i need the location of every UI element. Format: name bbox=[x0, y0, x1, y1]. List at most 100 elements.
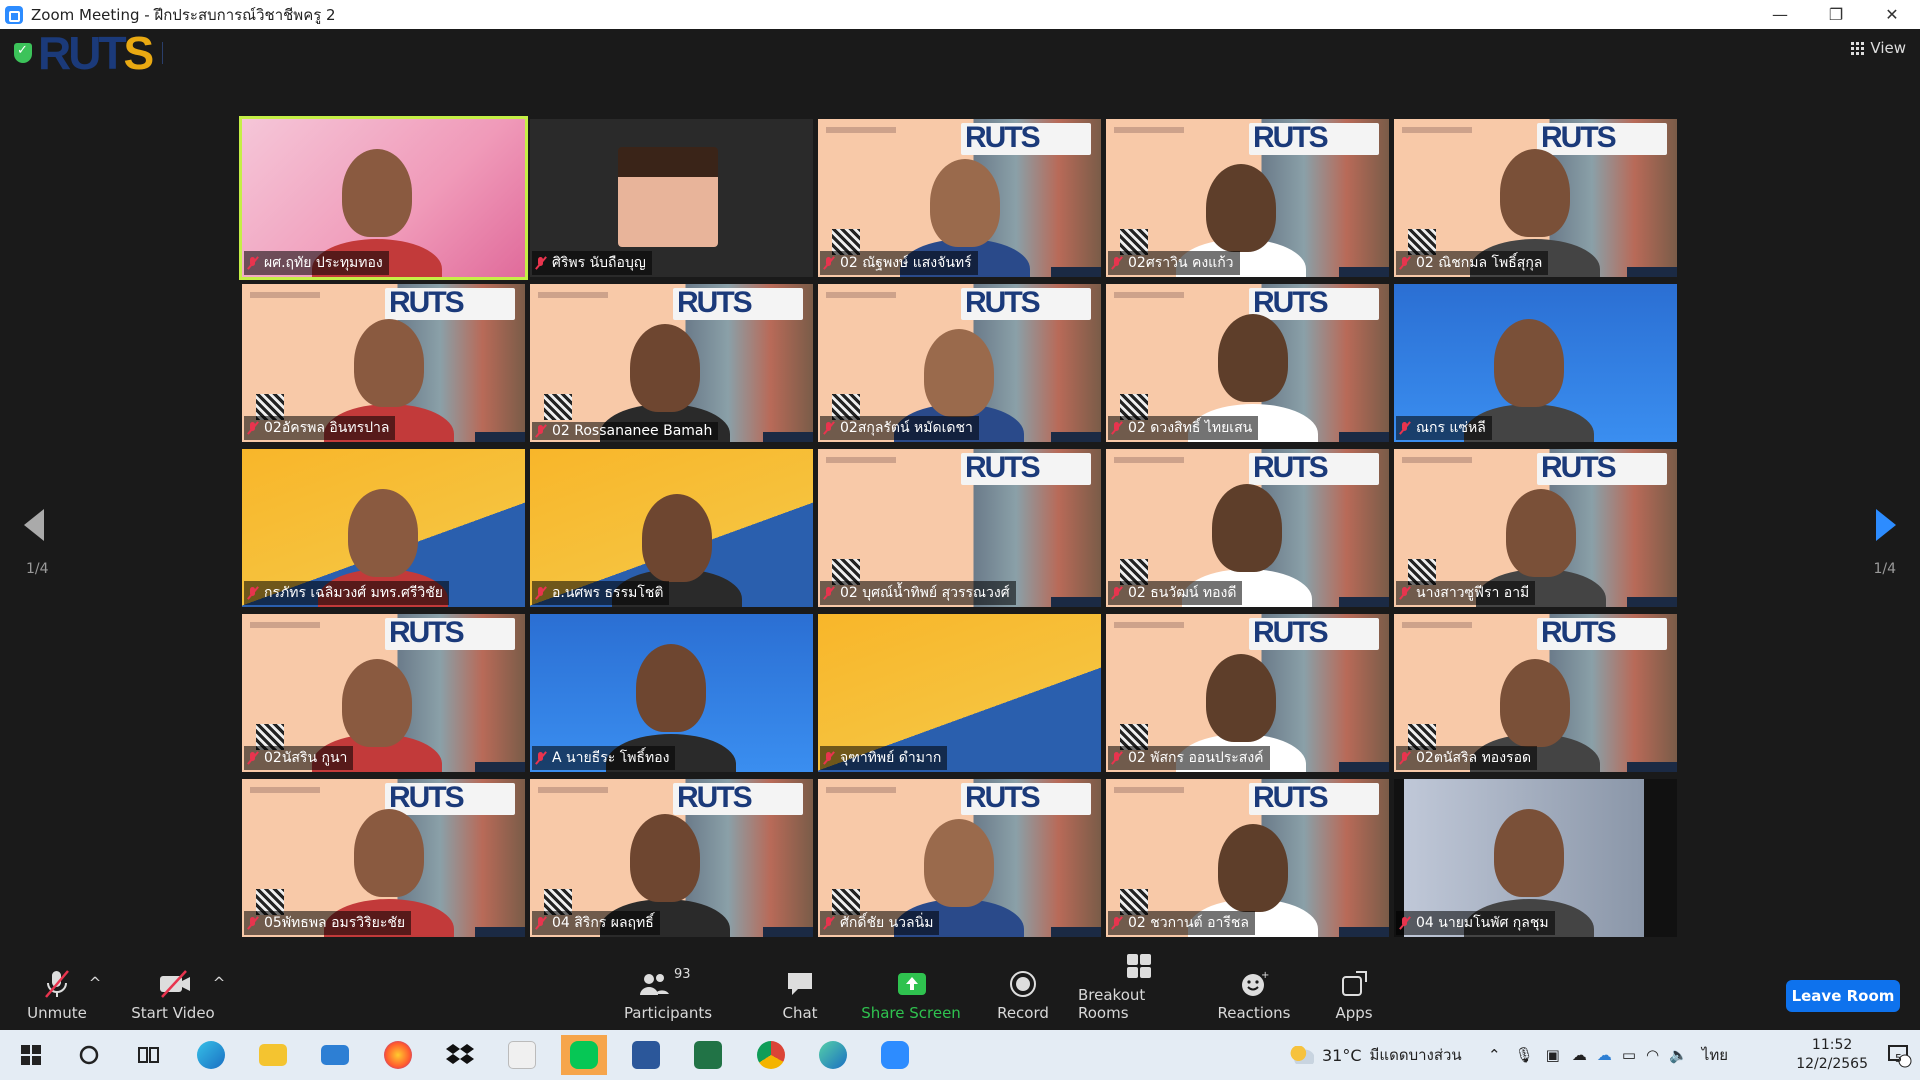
clock-time: 11:52 bbox=[1811, 1037, 1853, 1053]
chrome-icon[interactable] bbox=[748, 1035, 794, 1075]
view-label: View bbox=[1870, 39, 1906, 57]
background-decoration bbox=[1051, 432, 1101, 442]
reactions-button[interactable]: + Reactions bbox=[1199, 964, 1309, 1022]
restore-button[interactable]: ❐ bbox=[1808, 0, 1864, 29]
cloud-icon[interactable]: ☁ bbox=[1572, 1046, 1587, 1064]
participant-tile[interactable]: 02 พัสกร ออนประสงค์ bbox=[1106, 614, 1389, 772]
dropbox-icon[interactable] bbox=[437, 1035, 483, 1075]
task-view-icon[interactable] bbox=[126, 1035, 172, 1075]
participant-name-label: 04 สิริกร ผลฤทธิ์ bbox=[532, 911, 660, 935]
edge-beta-icon[interactable] bbox=[810, 1035, 856, 1075]
qr-code bbox=[544, 394, 572, 420]
participant-tile[interactable]: 04 นายมโนพัศ กุลชุม bbox=[1394, 779, 1677, 937]
start-video-button[interactable]: Start Video bbox=[118, 964, 228, 1022]
microphone-icon[interactable]: 🎙 bbox=[1515, 1046, 1534, 1064]
leave-room-button[interactable]: Leave Room bbox=[1786, 980, 1900, 1012]
mic-muted-icon bbox=[1398, 256, 1412, 270]
view-button[interactable]: View bbox=[1851, 39, 1906, 57]
background-decoration bbox=[1051, 927, 1101, 937]
display-icon[interactable]: ▣ bbox=[1546, 1046, 1560, 1064]
participant-video bbox=[354, 319, 424, 407]
participant-tile[interactable]: ผศ.ฤทัย ประทุมทอง bbox=[239, 116, 528, 280]
close-button[interactable]: ✕ bbox=[1864, 0, 1920, 29]
participant-tile[interactable]: 02 ดวงสิทธิ์ ไทยเสน bbox=[1106, 284, 1389, 442]
participant-tile[interactable]: 02 ณิชกมล โพธิ์สุกุล bbox=[1394, 119, 1677, 277]
windows-start-icon[interactable] bbox=[8, 1035, 54, 1075]
wifi-icon[interactable]: ◠ bbox=[1646, 1046, 1659, 1064]
participant-tile[interactable]: ณกร แซ่หลี bbox=[1394, 284, 1677, 442]
firefox-icon[interactable] bbox=[375, 1035, 421, 1075]
show-hidden-icons-chevron-icon[interactable]: ⌃ bbox=[1488, 1046, 1501, 1064]
weather-widget[interactable]: 31°C มีแดดบางส่วน bbox=[1290, 1030, 1462, 1080]
participant-video bbox=[1206, 164, 1276, 252]
edge-browser-icon[interactable] bbox=[188, 1035, 234, 1075]
logo-tagline bbox=[162, 42, 222, 64]
record-button[interactable]: Record bbox=[968, 964, 1078, 1022]
video-options-caret[interactable]: ^ bbox=[212, 974, 226, 992]
participant-tile[interactable]: 02 ชวกานต์ อารีชล bbox=[1106, 779, 1389, 937]
participant-tile[interactable]: อ.นศพร ธรรมโชติ bbox=[530, 449, 813, 607]
participant-name-label: 02ตนัสริล ทองรอด bbox=[1396, 746, 1538, 770]
participant-name-label: ผศ.ฤทัย ประทุมทอง bbox=[244, 251, 389, 275]
participant-video bbox=[1506, 489, 1576, 577]
unmute-button[interactable]: Unmute bbox=[2, 964, 112, 1022]
participant-video bbox=[642, 494, 712, 582]
participant-tile[interactable]: 02 ณัฐพงษ์ แสงจันทร์ bbox=[818, 119, 1101, 277]
mic-muted-icon bbox=[246, 916, 260, 930]
participant-tile[interactable]: 02 บุศณ์น้ำทิพย์ สุวรรณวงศ์ bbox=[818, 449, 1101, 607]
participant-tile[interactable]: 02ตนัสริล ทองรอด bbox=[1394, 614, 1677, 772]
mic-muted-icon bbox=[1398, 751, 1412, 765]
security-shield-icon[interactable] bbox=[14, 43, 32, 63]
taskbar-clock[interactable]: 11:52 12/2/2565 bbox=[1796, 1036, 1868, 1074]
background-decoration bbox=[826, 292, 896, 298]
minimize-button[interactable]: — bbox=[1752, 0, 1808, 29]
participant-tile[interactable]: 05พัทธพล อมรวิริยะชัย bbox=[242, 779, 525, 937]
background-decoration bbox=[763, 432, 813, 442]
ruts-banner bbox=[1249, 781, 1379, 815]
breakout-rooms-button[interactable]: Breakout Rooms bbox=[1078, 954, 1200, 1022]
apps-button[interactable]: Apps bbox=[1299, 964, 1409, 1022]
participant-tile[interactable]: 04 สิริกร ผลฤทธิ์ bbox=[530, 779, 813, 937]
participant-name: 02 ณัฐพงษ์ แสงจันทร์ bbox=[840, 255, 972, 271]
share-screen-button[interactable]: Share Screen bbox=[856, 964, 966, 1022]
participant-tile[interactable]: จุฑาทิพย์ ดำมาก bbox=[818, 614, 1101, 772]
excel-icon[interactable] bbox=[685, 1035, 731, 1075]
audio-options-caret[interactable]: ^ bbox=[88, 974, 102, 992]
participant-tile[interactable]: นางสาวซูฟีรา อามี bbox=[1394, 449, 1677, 607]
participant-video bbox=[636, 644, 706, 732]
participant-tile[interactable]: 02ศราวิน คงแก้ว bbox=[1106, 119, 1389, 277]
participant-tile[interactable]: 02 ธนวัฒน์ ทองดี bbox=[1106, 449, 1389, 607]
search-circle-icon[interactable] bbox=[66, 1035, 112, 1075]
participant-tile[interactable]: ศิริพร นับถือบุญ bbox=[530, 119, 813, 277]
ruts-banner bbox=[961, 451, 1091, 485]
battery-icon[interactable]: ▭ bbox=[1622, 1046, 1636, 1064]
chat-button[interactable]: Chat bbox=[745, 964, 855, 1022]
onedrive-icon[interactable]: ☁ bbox=[1597, 1046, 1612, 1064]
participant-tile[interactable]: กรภัทร เฉลิมวงศ์ มทร.ศรีวิชัย bbox=[242, 449, 525, 607]
participant-video bbox=[354, 809, 424, 897]
participant-tile[interactable]: 02นัสริน กูนา bbox=[242, 614, 525, 772]
mail-icon[interactable] bbox=[312, 1035, 358, 1075]
line-app-icon[interactable] bbox=[561, 1035, 607, 1075]
file-explorer-icon[interactable] bbox=[250, 1035, 296, 1075]
speaker-icon[interactable]: 🔈 bbox=[1669, 1046, 1688, 1064]
participant-tile[interactable]: 02 Rossananee Bamah bbox=[530, 284, 813, 442]
participant-tile[interactable]: 02อัครพล อินทรปาล bbox=[242, 284, 525, 442]
next-page-arrow-icon[interactable] bbox=[1870, 505, 1900, 545]
participant-name: A นายธีระ โพธิ์ทอง bbox=[552, 750, 670, 766]
participant-tile[interactable]: 02สกุลรัตน์ หมัดเดชา bbox=[818, 284, 1101, 442]
participant-tile[interactable]: ศักดิ์ชัย นวลนิ่ม bbox=[818, 779, 1101, 937]
input-language[interactable]: ไทย bbox=[1702, 1043, 1728, 1067]
zoom-taskbar-icon[interactable] bbox=[872, 1035, 918, 1075]
amazon-icon[interactable] bbox=[499, 1035, 545, 1075]
word-icon[interactable] bbox=[623, 1035, 669, 1075]
video-grid: ผศ.ฤทัย ประทุมทอง ศิริพร นับถือบุญ 02 ณัฐพ… bbox=[239, 116, 1678, 939]
previous-page-arrow-icon[interactable] bbox=[20, 505, 50, 545]
mic-muted-icon bbox=[822, 256, 836, 270]
participants-button[interactable]: 93 Participants bbox=[613, 964, 723, 1022]
background-decoration bbox=[250, 787, 320, 793]
record-icon bbox=[1008, 969, 1038, 999]
notifications-icon[interactable]: 5 bbox=[1886, 1030, 1912, 1080]
participant-tile[interactable]: A นายธีระ โพธิ์ทอง bbox=[530, 614, 813, 772]
participant-video bbox=[348, 489, 418, 577]
